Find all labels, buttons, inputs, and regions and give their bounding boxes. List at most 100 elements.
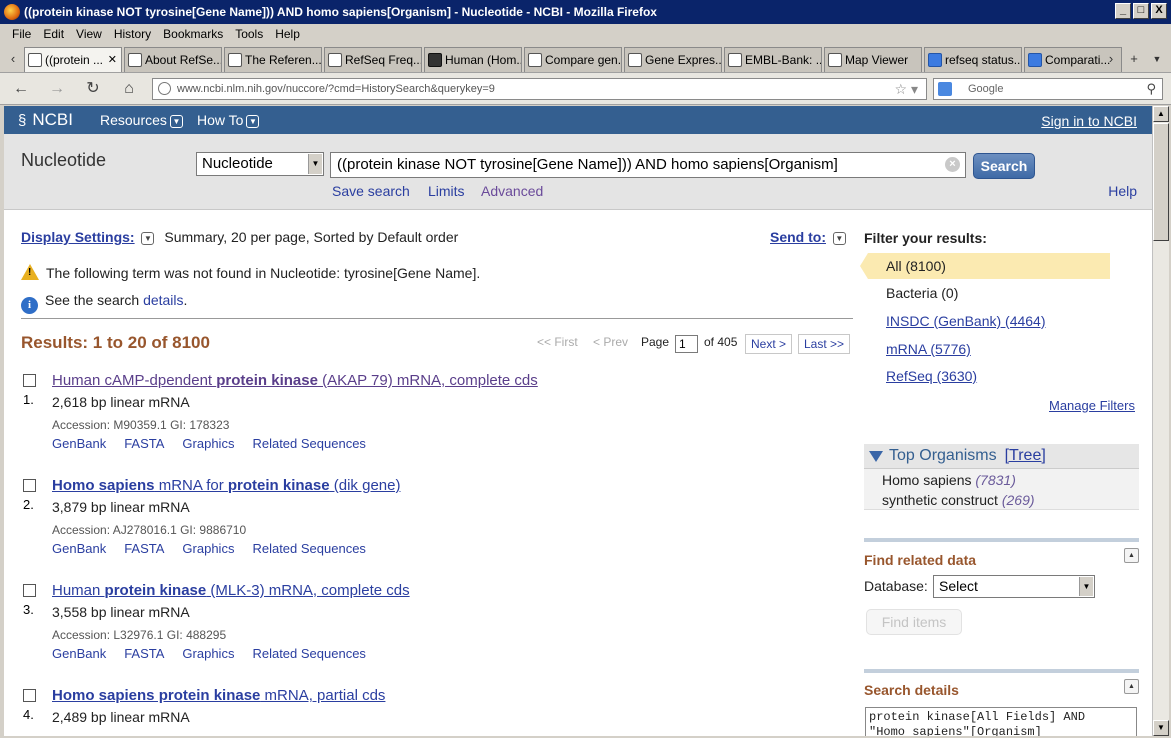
result-number: 3. [23, 602, 34, 617]
send-to-link[interactable]: Send to: [770, 229, 826, 245]
tab-about-refseq[interactable]: About RefSe... [124, 47, 222, 72]
tab-human[interactable]: Human (Hom... [424, 47, 522, 72]
menu-edit[interactable]: Edit [37, 24, 70, 44]
magnifier-icon[interactable]: ⚲ [1146, 79, 1156, 99]
menu-tools[interactable]: Tools [229, 24, 269, 44]
tab-compare-gen[interactable]: Compare gen... [524, 47, 622, 72]
vertical-scrollbar[interactable]: ▲ ▼ [1152, 106, 1169, 736]
manage-filters-link[interactable]: Manage Filters [1049, 398, 1135, 413]
tab-label: The Referen... [245, 53, 322, 67]
tab-close-icon[interactable]: ✕ [108, 48, 117, 72]
result-checkbox[interactable] [23, 689, 36, 702]
tab-list-icon[interactable]: ▼ [1150, 50, 1164, 68]
tab-scroll-right-icon[interactable]: › [1104, 50, 1118, 68]
forward-icon[interactable]: → [46, 79, 68, 99]
advanced-link[interactable]: Advanced [481, 183, 543, 199]
limits-link[interactable]: Limits [428, 183, 465, 199]
result-title-link[interactable]: Homo sapiens protein kinase mRNA, partia… [52, 687, 385, 704]
result-title-link[interactable]: Human protein kinase (MLK-3) mRNA, compl… [52, 582, 410, 599]
panel-divider [864, 669, 1139, 673]
chevron-down-icon[interactable]: ▼ [141, 232, 155, 245]
tree-link[interactable]: [Tree] [1005, 447, 1046, 464]
tab-map-viewer[interactable]: Map Viewer [824, 47, 922, 72]
resources-menu[interactable]: Resources ▼ [100, 112, 183, 128]
tab-protein-kinase[interactable]: ((protein ... ✕ [24, 47, 122, 72]
bookmark-star-icon[interactable]: ☆ ▾ [895, 79, 918, 99]
ncbi-logo[interactable]: § NCBI [18, 110, 73, 131]
help-link[interactable]: Help [1108, 183, 1137, 199]
genbank-link[interactable]: GenBank [52, 646, 106, 661]
database-select[interactable]: Nucleotide ▼ [196, 152, 324, 176]
result-number: 1. [23, 392, 34, 407]
url-bar[interactable]: www.ncbi.nlm.nih.gov/nuccore/?cmd=Histor… [152, 78, 927, 100]
close-button[interactable]: X [1151, 3, 1167, 19]
genbank-link[interactable]: GenBank [52, 541, 106, 556]
search-details-textarea[interactable]: protein kinase[All Fields] AND "Homo sap… [865, 707, 1137, 736]
related-database-select[interactable]: Select ▼ [933, 575, 1095, 598]
organism-homo-sapiens[interactable]: Homo sapiens (7831) [882, 472, 1016, 488]
scroll-down-icon[interactable]: ▼ [1153, 720, 1169, 736]
collapse-up-icon[interactable]: ▲ [1124, 679, 1139, 694]
related-sequences-link[interactable]: Related Sequences [252, 646, 365, 661]
display-settings-link[interactable]: Display Settings: [21, 229, 135, 245]
tab-the-reference[interactable]: The Referen... [224, 47, 322, 72]
tab-embl-bank[interactable]: EMBL-Bank: ... [724, 47, 822, 72]
menu-history[interactable]: History [108, 24, 157, 44]
back-icon[interactable]: ← [10, 79, 32, 99]
maximize-button[interactable]: □ [1133, 3, 1149, 19]
clear-search-icon[interactable]: × [945, 157, 960, 172]
save-search-link[interactable]: Save search [332, 183, 410, 199]
scroll-up-icon[interactable]: ▲ [1153, 106, 1169, 122]
tab-gene-expres[interactable]: Gene Expres... [624, 47, 722, 72]
menu-help[interactable]: Help [269, 24, 306, 44]
related-sequences-link[interactable]: Related Sequences [252, 541, 365, 556]
next-page-button[interactable]: Next > [745, 334, 793, 354]
search-details-title: Search details [864, 682, 959, 698]
filter-insdc[interactable]: INSDC (GenBank) (4464) [886, 313, 1046, 329]
send-to: Send to: ▼ [770, 229, 846, 245]
tab-refseq-freq[interactable]: RefSeq Freq... [324, 47, 422, 72]
graphics-link[interactable]: Graphics [182, 541, 234, 556]
fasta-link[interactable]: FASTA [124, 541, 164, 556]
fasta-link[interactable]: FASTA [124, 436, 164, 451]
last-page-button[interactable]: Last >> [798, 334, 851, 354]
top-organisms-header[interactable]: Top Organisms [Tree] [864, 444, 1139, 469]
search-button[interactable]: Search [973, 153, 1035, 179]
filter-refseq[interactable]: RefSeq (3630) [886, 368, 977, 384]
chevron-down-icon[interactable]: ▼ [832, 232, 846, 245]
fasta-link[interactable]: FASTA [124, 646, 164, 661]
search-term-input[interactable]: ((protein kinase NOT tyrosine[Gene Name]… [330, 152, 966, 178]
organism-synthetic-construct[interactable]: synthetic construct (269) [882, 492, 1035, 508]
result-checkbox[interactable] [23, 479, 36, 492]
graphics-link[interactable]: Graphics [182, 646, 234, 661]
find-items-button[interactable]: Find items [866, 609, 962, 635]
menu-bookmarks[interactable]: Bookmarks [157, 24, 229, 44]
firefox-icon [4, 4, 20, 20]
page-number-input[interactable]: 1 [675, 335, 698, 353]
result-checkbox[interactable] [23, 374, 36, 387]
home-icon[interactable]: ⌂ [118, 79, 140, 99]
result-checkbox[interactable] [23, 584, 36, 597]
filter-mrna[interactable]: mRNA (5776) [886, 341, 971, 357]
related-sequences-link[interactable]: Related Sequences [252, 436, 365, 451]
sign-in-link[interactable]: Sign in to NCBI [1041, 113, 1137, 129]
collapse-up-icon[interactable]: ▲ [1124, 548, 1139, 563]
new-tab-icon[interactable]: + [1127, 50, 1141, 68]
url-text: www.ncbi.nlm.nih.gov/nuccore/?cmd=Histor… [177, 83, 495, 95]
result-title-link[interactable]: Human cAMP-dpendent protein kinase (AKAP… [52, 372, 538, 389]
howto-menu[interactable]: How To ▼ [197, 112, 260, 128]
genbank-link[interactable]: GenBank [52, 436, 106, 451]
scrollbar-thumb[interactable] [1153, 123, 1169, 241]
menu-file[interactable]: File [6, 24, 37, 44]
filter-all[interactable]: All (8100) [886, 258, 946, 274]
result-title-link[interactable]: Homo sapiens mRNA for protein kinase (di… [52, 477, 400, 494]
menu-view[interactable]: View [70, 24, 108, 44]
reload-icon[interactable]: ↻ [82, 79, 104, 99]
web-search-box[interactable]: Google ⚲ [933, 78, 1163, 100]
minimize-button[interactable]: _ [1115, 3, 1131, 19]
tab-refseq-status[interactable]: refseq status... [924, 47, 1022, 72]
details-link[interactable]: details [143, 292, 183, 308]
graphics-link[interactable]: Graphics [182, 436, 234, 451]
tab-label: Human (Hom... [445, 53, 522, 67]
tab-scroll-left-icon[interactable]: ‹ [6, 50, 20, 68]
